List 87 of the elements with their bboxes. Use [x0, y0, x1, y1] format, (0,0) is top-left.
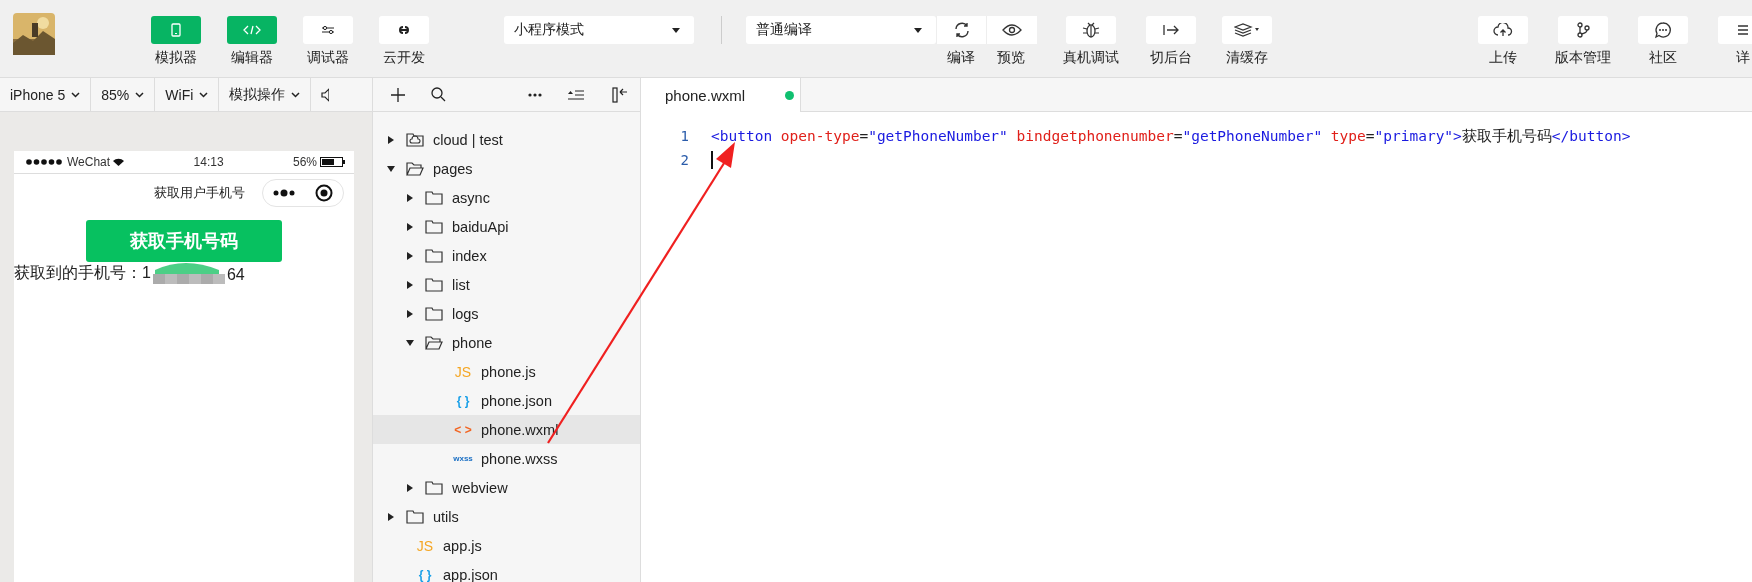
line-number: 2: [679, 152, 690, 168]
more-icon[interactable]: [528, 92, 542, 97]
file-tree-item[interactable]: phone: [373, 328, 640, 357]
mode-dropdown[interactable]: 小程序模式: [504, 16, 694, 44]
markup-file-icon: < >: [454, 422, 472, 437]
result-label: 获取到的手机号：1: [14, 263, 151, 283]
folder-icon: [425, 219, 443, 234]
bug-icon: [1082, 21, 1100, 39]
file-tree-item[interactable]: webview: [373, 473, 640, 502]
clock-label: 14:13: [193, 155, 224, 169]
arrow-bar-icon: [1162, 24, 1180, 36]
folder-icon: [425, 190, 443, 205]
expanded-arrow-icon: [406, 338, 414, 347]
file-tree-item[interactable]: pages: [373, 154, 640, 183]
code-icon: [243, 25, 261, 35]
chevron-down-icon: [199, 91, 209, 98]
battery-label: 56%: [292, 155, 317, 169]
file-tree-item[interactable]: async: [373, 183, 640, 212]
open-folder-icon: [425, 335, 443, 350]
add-icon[interactable]: [391, 87, 405, 102]
simulator-dropdown[interactable]: 模拟操作: [219, 78, 312, 111]
collapsed-arrow-icon: [406, 222, 414, 231]
expanded-arrow-icon: [387, 164, 395, 173]
js-file-icon: JS: [454, 363, 472, 380]
style-file-icon: wxss: [454, 454, 472, 463]
simulator-dropdown[interactable]: 85%: [91, 78, 156, 111]
cloud-folder-icon: [406, 132, 424, 147]
wifi-icon: [113, 158, 125, 166]
file-tree-item[interactable]: baiduApi: [373, 212, 640, 241]
collapsed-arrow-icon: [406, 483, 414, 492]
speaker-icon[interactable]: [321, 87, 330, 102]
js-file-icon: JS: [416, 537, 434, 554]
link-icon: [396, 24, 412, 36]
compile-dropdown[interactable]: 普通编译: [746, 16, 936, 44]
collapsed-arrow-icon: [406, 251, 414, 260]
file-tree-item[interactable]: { } phone.json: [373, 386, 640, 415]
search-icon[interactable]: [431, 87, 446, 102]
collapsed-arrow-icon: [387, 135, 395, 144]
eye-icon: [1001, 24, 1022, 36]
editor-tab[interactable]: phone.wxml: [641, 78, 801, 112]
file-tree-item[interactable]: cloud | test: [373, 125, 640, 154]
result-digits: 64: [226, 266, 245, 284]
folder-icon: [425, 480, 443, 495]
file-tree-item[interactable]: logs: [373, 299, 640, 328]
collapsed-arrow-icon: [387, 512, 395, 521]
caret-icon: [672, 27, 680, 33]
chat-icon: [1654, 21, 1672, 39]
file-tree-item[interactable]: list: [373, 270, 640, 299]
chevron-down-icon: [135, 91, 145, 98]
signal-icon: [26, 159, 64, 165]
page-title: 获取用户手机号: [154, 184, 245, 202]
collapsed-arrow-icon: [406, 309, 414, 318]
file-tree-item[interactable]: { } app.json: [373, 560, 640, 582]
folder-icon: [406, 509, 424, 524]
battery-icon: [320, 157, 346, 167]
layers-icon: [1234, 23, 1260, 37]
collapsed-arrow-icon: [406, 280, 414, 289]
file-tree-item[interactable]: wxss phone.wxss: [373, 444, 640, 473]
json-file-icon: { }: [454, 393, 472, 408]
open-folder-icon: [406, 161, 424, 176]
collapse-all-icon[interactable]: [568, 89, 584, 100]
menu-icon: [1738, 24, 1748, 36]
split-panel-icon[interactable]: [612, 86, 628, 103]
folder-icon: [425, 306, 443, 321]
json-file-icon: { }: [416, 567, 434, 582]
phone-icon: [171, 23, 181, 37]
file-tree-item[interactable]: index: [373, 241, 640, 270]
simulator-dropdown[interactable]: iPhone 5: [0, 78, 92, 111]
branch-icon: [1576, 22, 1590, 38]
simulator-dropdown[interactable]: WiFi: [155, 78, 220, 111]
file-tree-item[interactable]: JS phone.js: [373, 357, 640, 386]
folder-icon: [425, 248, 443, 263]
file-tree-item[interactable]: JS app.js: [373, 531, 640, 560]
close-icon[interactable]: [315, 184, 333, 202]
carrier-label: WeChat: [67, 155, 111, 169]
caret-icon: [914, 27, 922, 33]
chevron-down-icon: [71, 91, 81, 98]
more-icon[interactable]: [273, 189, 295, 197]
chevron-down-icon: [291, 91, 301, 98]
cloud-upload-icon: [1493, 23, 1513, 37]
file-tree-item[interactable]: utils: [373, 502, 640, 531]
folder-icon: [425, 277, 443, 292]
refresh-icon: [952, 21, 971, 39]
line-number: 1: [679, 128, 690, 144]
collapsed-arrow-icon: [406, 193, 414, 202]
code-line: <button open-type="getPhoneNumber" bindgetphonenumber="getPhoneNumber" type="primary">获取手机号码</button>: [711, 126, 1631, 146]
sliders-icon: [321, 25, 335, 35]
